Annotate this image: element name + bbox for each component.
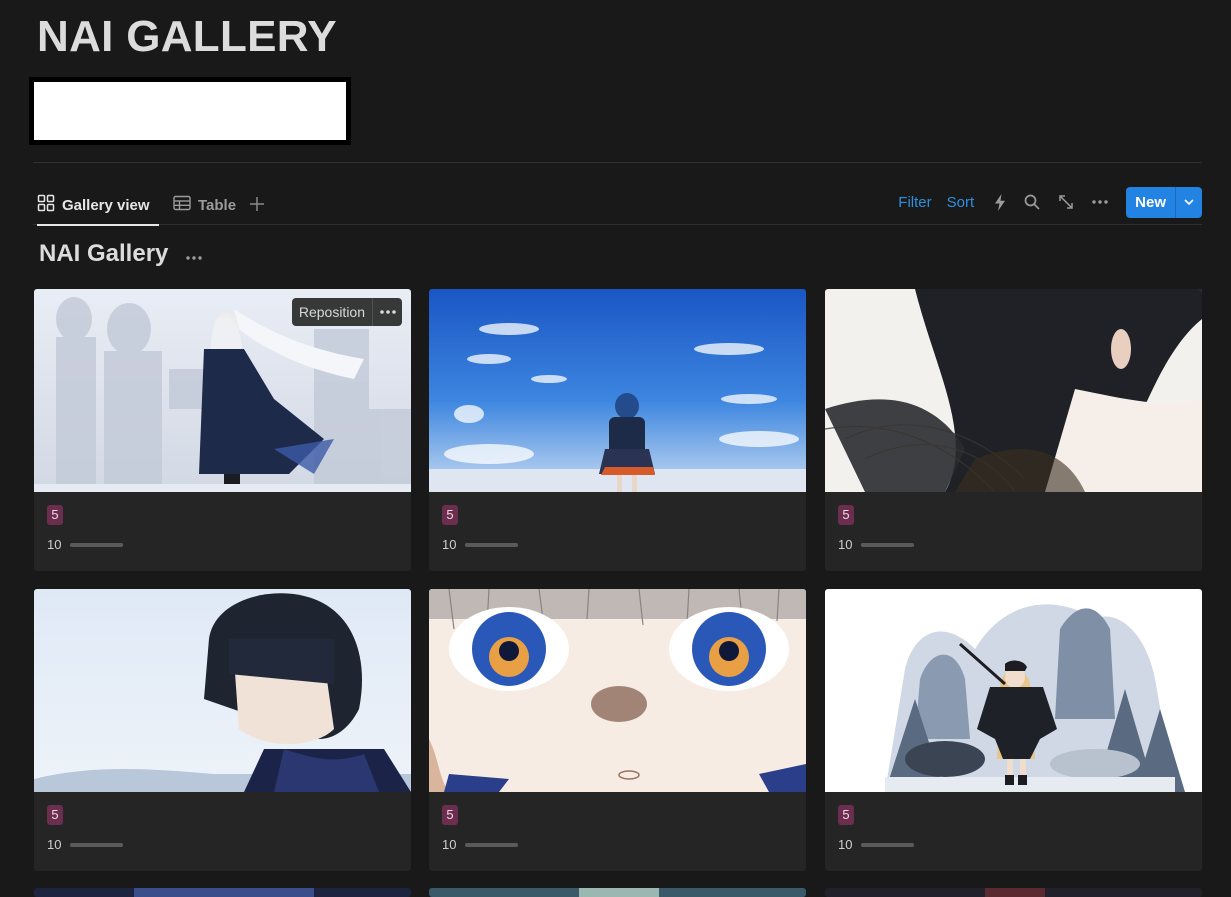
progress-fill [861,842,915,847]
tag-badge: 5 [838,805,854,825]
card-cover-image [429,289,806,492]
progress-bar [861,842,915,847]
card-cover-image [429,888,806,897]
card-cover-image [34,589,411,792]
progress-bar [70,842,124,847]
number-property: 10 [838,537,915,552]
grid-icon [37,194,55,216]
tag-badge: 5 [442,505,458,525]
cover-more-icon[interactable] [373,298,402,326]
progress-fill [465,842,519,847]
tag-badge: 5 [442,805,458,825]
tab-table[interactable]: Table [173,186,236,224]
number-value: 10 [442,837,457,852]
more-icon[interactable] [1092,200,1108,204]
tag-badge: 5 [47,805,63,825]
number-value: 10 [442,537,457,552]
progress-bar [465,842,519,847]
cover-controls: Reposition [291,298,402,326]
number-property: 10 [442,537,519,552]
page: NAI GALLERY Gallery view Table Filter So… [0,0,1231,897]
progress-fill [70,842,124,847]
active-tab-underline [37,224,159,226]
table-icon [173,195,191,215]
tag-badge: 5 [838,505,854,525]
card-cover-image [825,589,1202,792]
redacted-block-inner [34,82,346,140]
card-cover-image [429,589,806,792]
gallery-card[interactable]: Reposition 5 10 [34,289,411,571]
new-button-group: New [1126,186,1202,218]
number-value: 10 [47,837,62,852]
divider [33,162,1202,163]
progress-bar [465,542,519,547]
sort-button[interactable]: Sort [947,194,975,211]
number-value: 10 [838,537,853,552]
view-tabs-bar: Gallery view Table Filter Sort New [33,186,1202,226]
search-icon[interactable] [1024,194,1040,210]
gallery-card[interactable]: 5 10 [429,289,806,571]
gallery-card[interactable] [825,888,1202,897]
redacted-block [29,77,351,145]
number-value: 10 [838,837,853,852]
database-toolbar: Filter Sort New [898,186,1202,218]
number-value: 10 [47,537,62,552]
number-property: 10 [442,837,519,852]
new-button[interactable]: New [1126,187,1175,218]
lightning-icon[interactable] [994,193,1006,211]
gallery-card[interactable]: 5 10 [825,289,1202,571]
progress-bar [861,542,915,547]
reposition-button[interactable]: Reposition [292,298,372,326]
gallery-card[interactable] [429,888,806,897]
tab-label: Table [198,196,237,214]
card-cover-image [34,888,411,897]
gallery-card[interactable]: 5 10 [34,589,411,871]
database-more-icon[interactable] [186,244,202,265]
expand-icon[interactable] [1058,194,1074,210]
number-property: 10 [47,837,124,852]
plus-icon [249,192,265,218]
progress-fill [465,542,519,547]
chevron-down-icon [1183,193,1195,211]
gallery-card[interactable]: 5 10 [429,589,806,871]
tabs-divider [33,224,1202,225]
card-cover-image [825,289,1202,492]
number-property: 10 [838,837,915,852]
tab-label: Gallery view [62,196,150,214]
progress-fill [861,542,915,547]
gallery-card[interactable]: 5 10 [825,589,1202,871]
tab-gallery-view[interactable]: Gallery view [37,186,159,226]
tag-badge: 5 [47,505,63,525]
progress-bar [70,542,124,547]
page-title: NAI GALLERY [37,12,337,61]
progress-fill [70,542,124,547]
database-title[interactable]: NAI Gallery [39,240,168,268]
new-dropdown-button[interactable] [1176,187,1202,218]
add-view-button[interactable] [249,186,265,224]
gallery-card[interactable] [34,888,411,897]
filter-button[interactable]: Filter [898,194,931,211]
card-cover-image [825,888,1202,897]
number-property: 10 [47,537,124,552]
